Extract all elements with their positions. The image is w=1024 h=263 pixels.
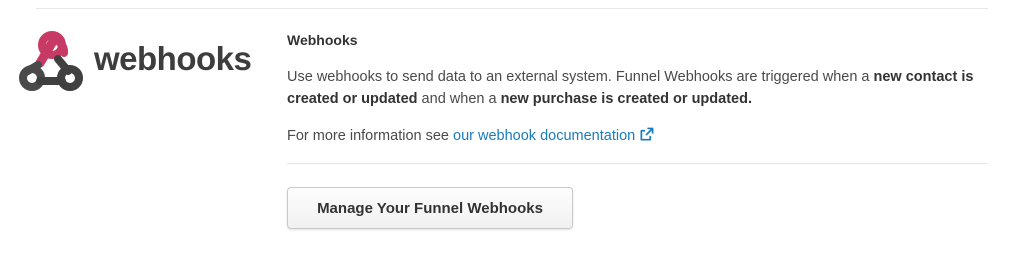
top-divider: [36, 8, 988, 9]
logo-text: webhooks: [94, 40, 252, 77]
webhooks-section: Webhooks Use webhooks to send data to an…: [287, 32, 987, 147]
webhook-docs-link-text[interactable]: our webhook documentation: [453, 128, 635, 144]
section-heading: Webhooks: [287, 32, 358, 48]
desc-text-1: Use webhooks to send data to an external…: [287, 69, 874, 85]
section-description: Use webhooks to send data to an external…: [287, 66, 987, 110]
manage-funnel-webhooks-button[interactable]: Manage Your Funnel Webhooks: [287, 187, 573, 229]
external-link-icon[interactable]: [639, 127, 654, 142]
section-divider: [287, 163, 988, 164]
webhooks-logo-icon: [19, 31, 83, 91]
webhooks-logo: webhooks: [18, 31, 252, 93]
more-info-prefix: For more information see: [287, 128, 454, 144]
desc-text-2: and when a: [417, 91, 501, 107]
desc-bold-2: new purchase is created or updated.: [500, 91, 752, 107]
more-info: For more information see our webhook doc…: [287, 125, 987, 147]
webhook-docs-link[interactable]: our webhook documentation: [453, 127, 654, 144]
